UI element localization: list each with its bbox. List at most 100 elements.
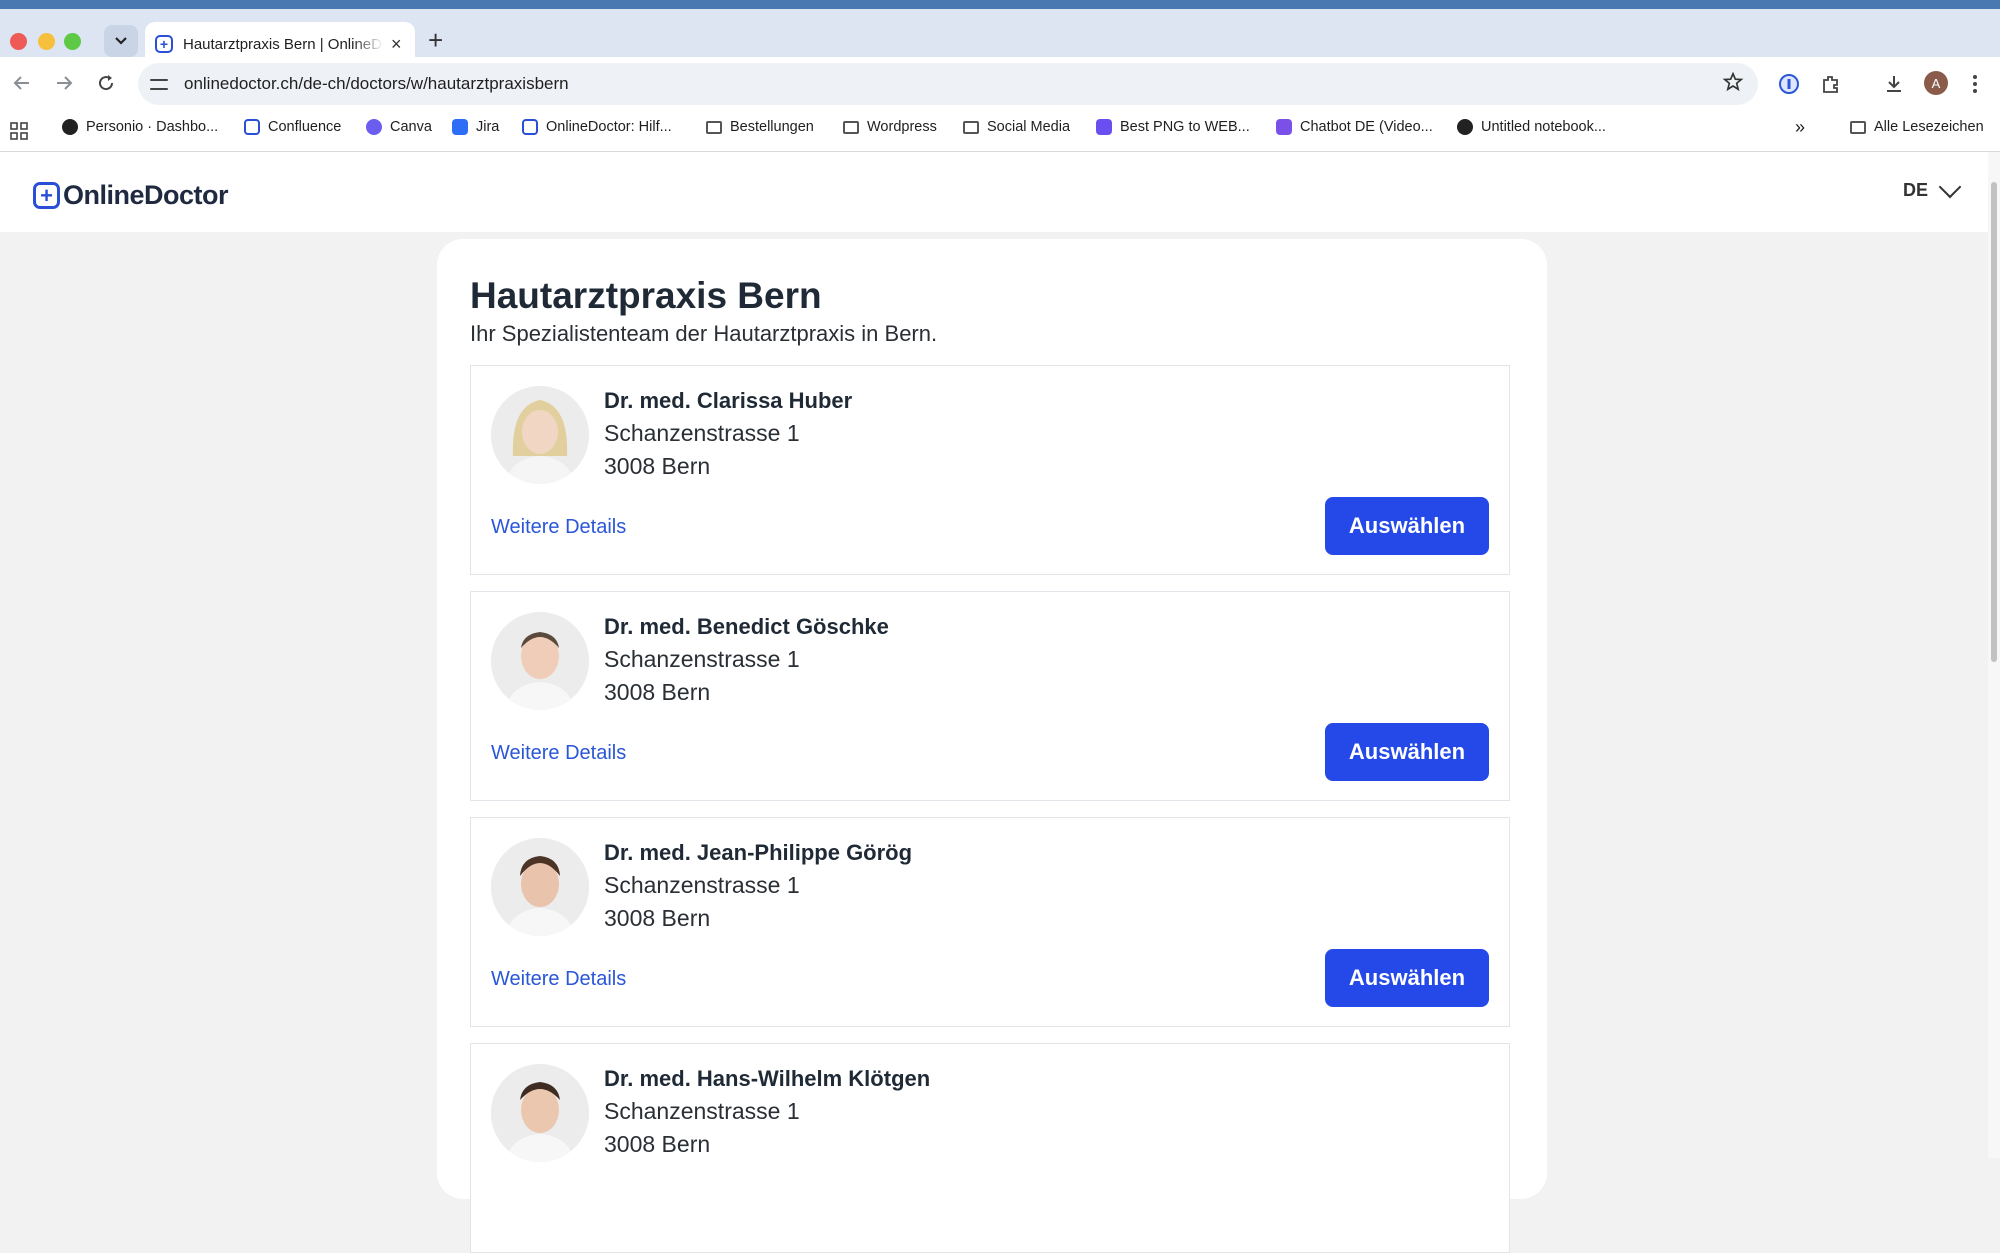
bookmark-canva[interactable]: Canva — [366, 119, 432, 135]
bookmark-wordpress[interactable]: Wordpress — [843, 119, 937, 135]
doctor-photo — [491, 838, 589, 936]
bookmark-label: Confluence — [268, 119, 342, 135]
onlinedoctor-icon — [522, 119, 538, 135]
bookmark-confluence[interactable]: Confluence — [244, 119, 341, 135]
confluence-icon — [244, 119, 260, 135]
bookmark-onlinedoctor-help[interactable]: OnlineDoctor: Hilf... — [522, 119, 672, 135]
bookmark-label: OnlineDoctor: Hilf... — [546, 119, 672, 135]
onlinedoctor-favicon-icon: + — [155, 35, 173, 53]
select-doctor-button[interactable]: Auswählen — [1325, 497, 1489, 555]
profile-avatar[interactable]: A — [1924, 71, 1948, 95]
logo-cross-icon: + — [33, 182, 60, 209]
doctor-city: 3008 Bern — [604, 905, 711, 931]
maximize-window-button[interactable] — [64, 33, 81, 50]
new-tab-button[interactable]: + — [428, 25, 443, 56]
bookmark-jira[interactable]: Jira — [452, 119, 499, 135]
forward-arrow-icon[interactable] — [54, 73, 74, 93]
doctor-name: Dr. med. Clarissa Huber — [604, 388, 853, 413]
bookmark-notebook[interactable]: Untitled notebook... — [1457, 119, 1606, 135]
apps-grid-icon[interactable] — [10, 122, 28, 140]
doctor-card: Dr. med. Jean-Philippe Görög Schanzenstr… — [470, 817, 1510, 1027]
site-info-icon[interactable] — [150, 75, 168, 93]
folder-icon — [1850, 120, 1866, 134]
bookmarks-bar: Personio · Dashbo... Confluence Canva Ji… — [0, 111, 2000, 152]
doctor-city: 3008 Bern — [604, 1131, 711, 1157]
jira-icon — [452, 119, 468, 135]
logo-text: OnlineDoctor — [63, 180, 229, 210]
menu-dots-icon[interactable] — [1972, 74, 1978, 94]
doctor-street: Schanzenstrasse 1 — [604, 646, 800, 672]
personio-icon — [62, 119, 78, 135]
onlinedoctor-logo[interactable]: + OnlineDoctor — [33, 180, 229, 211]
notebook-icon — [1457, 119, 1473, 135]
bookmark-personio[interactable]: Personio · Dashbo... — [62, 119, 218, 135]
back-arrow-icon[interactable] — [12, 73, 32, 93]
details-link[interactable]: Weitere Details — [491, 516, 626, 539]
close-tab-icon[interactable]: × — [391, 34, 402, 55]
tab-search-button[interactable] — [104, 25, 138, 57]
doctor-street: Schanzenstrasse 1 — [604, 872, 800, 898]
extensions-icon[interactable] — [1820, 73, 1842, 95]
all-bookmarks-label: Alle Lesezeichen — [1874, 119, 1984, 135]
page-scrollbar[interactable] — [1988, 152, 2000, 1158]
doctor-card: Dr. med. Benedict Göschke Schanzenstrass… — [470, 591, 1510, 801]
language-label: DE — [1902, 180, 1928, 200]
doctor-city: 3008 Bern — [604, 453, 711, 479]
folder-icon — [706, 120, 722, 134]
folder-icon — [843, 120, 859, 134]
doctor-card: Dr. med. Hans-Wilhelm Klötgen Schanzenst… — [470, 1043, 1510, 1253]
doctor-photo — [491, 1064, 589, 1162]
browser-toolbar: onlinedoctor.ch/de-ch/doctors/w/hautarzt… — [0, 57, 2000, 111]
chevron-down-icon — [1938, 175, 1962, 198]
bookmark-star-icon[interactable] — [1722, 71, 1744, 93]
page-subtitle: Ihr Spezialistenteam der Hautarztpraxis … — [470, 321, 938, 346]
bookmark-label: Best PNG to WEB... — [1120, 119, 1250, 135]
details-link[interactable]: Weitere Details — [491, 742, 626, 765]
minimize-window-button[interactable] — [38, 33, 55, 50]
doctor-name: Dr. med. Jean-Philippe Görög — [604, 840, 913, 865]
details-link[interactable]: Weitere Details — [491, 968, 626, 991]
tab-title: Hautarztpraxis Bern | OnlineDoctor — [183, 35, 383, 53]
bookmark-label: Chatbot DE (Video... — [1300, 119, 1433, 135]
doctor-city: 3008 Bern — [604, 679, 711, 705]
bookmark-label: Untitled notebook... — [1481, 119, 1606, 135]
select-doctor-button[interactable]: Auswählen — [1325, 949, 1489, 1007]
doctor-photo — [491, 612, 589, 710]
canva-icon — [366, 119, 382, 135]
bookmark-png-to-webp[interactable]: Best PNG to WEB... — [1096, 119, 1250, 135]
all-bookmarks-button[interactable]: Alle Lesezeichen — [1850, 119, 1984, 135]
download-icon[interactable] — [1883, 73, 1905, 95]
bookmark-label: Wordpress — [867, 119, 937, 135]
scrollbar-thumb[interactable] — [1991, 182, 1997, 662]
bookmark-label: Social Media — [987, 119, 1071, 135]
tab-bar: + Hautarztpraxis Bern | OnlineDoctor × + — [0, 9, 2000, 66]
doctor-name: Dr. med. Hans-Wilhelm Klötgen — [604, 1066, 931, 1091]
doctor-photo — [491, 386, 589, 484]
practice-panel: Hautarztpraxis Bern Ihr Spezialistenteam… — [437, 239, 1547, 1253]
bookmark-chatbot[interactable]: Chatbot DE (Video... — [1276, 119, 1433, 135]
video-icon — [1276, 119, 1292, 135]
page-title: Hautarztpraxis Bern — [470, 275, 822, 316]
bookmark-social-media[interactable]: Social Media — [963, 119, 1070, 135]
bookmark-label: Canva — [390, 119, 432, 135]
bookmark-label: Personio · Dashbo... — [86, 119, 219, 135]
site-header: + OnlineDoctor DE — [0, 152, 1988, 232]
close-window-button[interactable] — [10, 33, 27, 50]
bookmark-label: Jira — [476, 119, 500, 135]
doctor-card: Dr. med. Clarissa Huber Schanzenstrasse … — [470, 365, 1510, 575]
password-manager-icon[interactable] — [1778, 73, 1800, 95]
doctor-street: Schanzenstrasse 1 — [604, 420, 800, 446]
folder-icon — [963, 120, 979, 134]
address-bar[interactable]: onlinedoctor.ch/de-ch/doctors/w/hautarzt… — [138, 63, 1758, 105]
select-doctor-button[interactable]: Auswählen — [1325, 723, 1489, 781]
window-top-edge — [0, 0, 2000, 9]
url-text[interactable]: onlinedoctor.ch/de-ch/doctors/w/hautarzt… — [184, 74, 569, 94]
bookmarks-overflow-button[interactable]: » — [1795, 117, 1805, 138]
doctor-name: Dr. med. Benedict Göschke — [604, 614, 889, 639]
doctor-street: Schanzenstrasse 1 — [604, 1098, 800, 1124]
language-selector[interactable]: DE — [1902, 175, 1962, 201]
png-converter-icon — [1096, 119, 1112, 135]
bookmark-label: Bestellungen — [730, 119, 814, 135]
bookmark-bestellungen[interactable]: Bestellungen — [706, 119, 814, 135]
reload-icon[interactable] — [96, 73, 116, 93]
